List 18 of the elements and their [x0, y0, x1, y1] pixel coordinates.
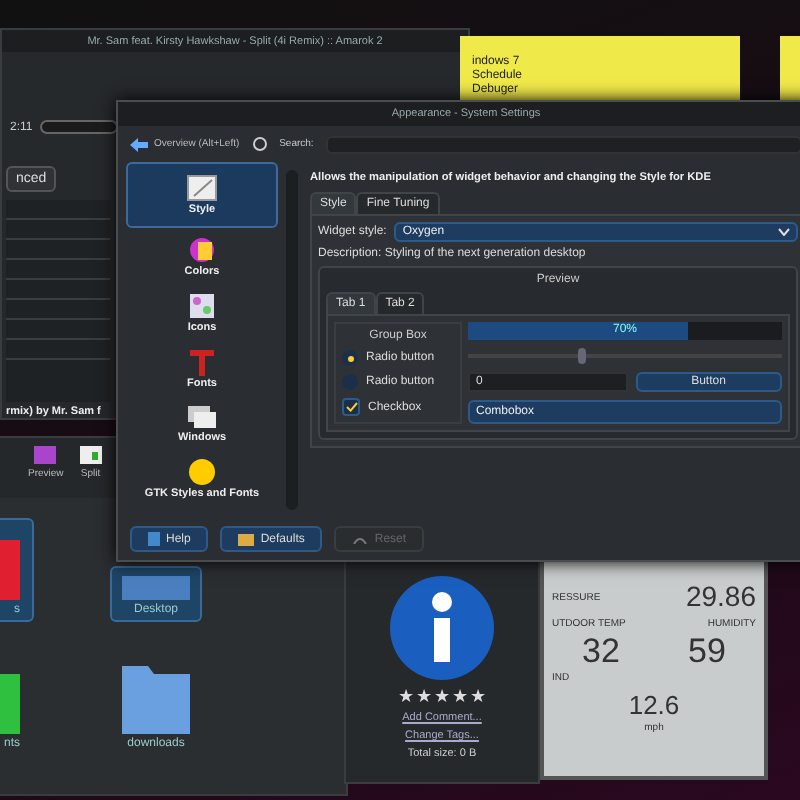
temperature-reading: 32 — [582, 634, 620, 668]
search-icon — [251, 136, 268, 152]
chevron-down-icon — [778, 228, 790, 236]
letter-t-icon — [190, 348, 214, 376]
canvas-icon — [186, 174, 218, 202]
info-icon — [388, 574, 496, 682]
slider-thumb[interactable] — [577, 348, 586, 364]
icon-sheet-icon — [188, 292, 216, 320]
split-view-icon — [79, 446, 102, 464]
gtk-icon — [188, 458, 216, 486]
pressure-reading: 29.86 — [685, 580, 756, 614]
progress-track[interactable] — [40, 120, 118, 135]
wind-reading: 12.6 — [628, 688, 680, 722]
windows-icon — [186, 404, 218, 430]
rating-stars[interactable]: ★★★★★ — [398, 688, 486, 706]
humidity-reading: 59 — [688, 634, 726, 668]
back-arrow-icon — [130, 137, 148, 151]
checkmark-icon — [345, 402, 357, 412]
